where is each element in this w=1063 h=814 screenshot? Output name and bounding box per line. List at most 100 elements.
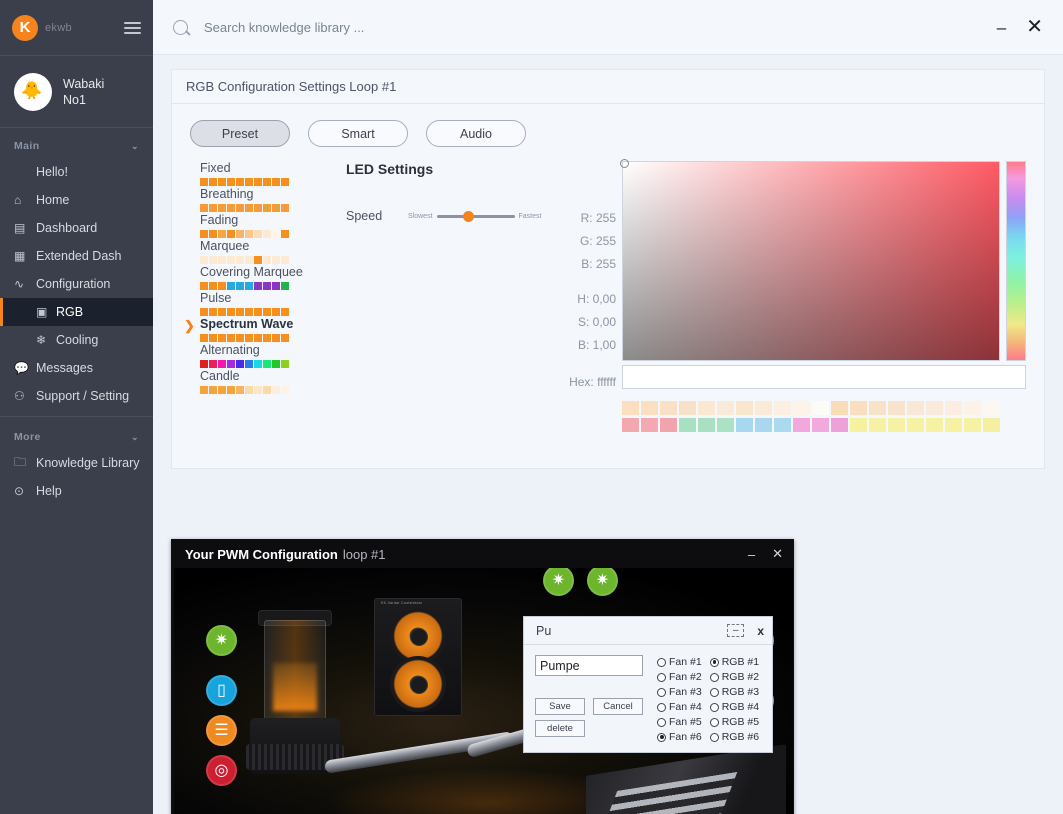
hamburger-menu-icon[interactable] bbox=[124, 21, 141, 34]
tab-preset[interactable]: Preset bbox=[190, 120, 290, 147]
effect-spectrum-wave[interactable]: ❯ Spectrum Wave bbox=[184, 317, 332, 342]
radio-fan-5[interactable]: Fan #5 bbox=[657, 715, 702, 729]
effect-candle[interactable]: Candle bbox=[200, 369, 332, 394]
radio-fan-2[interactable]: Fan #2 bbox=[657, 670, 702, 684]
swatch[interactable] bbox=[717, 401, 734, 415]
swatch[interactable] bbox=[736, 418, 753, 432]
radio-fan-3[interactable]: Fan #3 bbox=[657, 685, 702, 699]
swatch[interactable] bbox=[736, 401, 753, 415]
effect-covering-marquee[interactable]: Covering Marquee bbox=[200, 265, 332, 290]
swatch[interactable] bbox=[793, 401, 810, 415]
saturation-value-area[interactable] bbox=[620, 159, 1000, 361]
swatch[interactable] bbox=[945, 401, 962, 415]
color-cursor[interactable] bbox=[620, 159, 629, 168]
tab-audio[interactable]: Audio bbox=[426, 120, 526, 147]
swatch[interactable] bbox=[983, 418, 1000, 432]
swatch[interactable] bbox=[622, 401, 639, 415]
save-button[interactable]: Save bbox=[535, 698, 585, 715]
sidebar-item-cooling[interactable]: ❄ Cooling bbox=[0, 326, 153, 354]
swatch[interactable] bbox=[774, 401, 791, 415]
effect-pulse[interactable]: Pulse bbox=[200, 291, 332, 316]
swatch[interactable] bbox=[755, 418, 772, 432]
slider-thumb[interactable] bbox=[462, 210, 474, 222]
swatch[interactable] bbox=[869, 401, 886, 415]
cancel-button[interactable]: Cancel bbox=[593, 698, 643, 715]
effect-fixed[interactable]: Fixed bbox=[200, 161, 332, 186]
radio-rgb-4[interactable]: RGB #4 bbox=[709, 700, 759, 714]
effect-alternating[interactable]: Alternating bbox=[200, 343, 332, 368]
fan-badge-left[interactable]: ✷ bbox=[206, 625, 237, 656]
swatch[interactable] bbox=[945, 418, 962, 432]
swatch[interactable] bbox=[964, 401, 981, 415]
swatch[interactable] bbox=[793, 418, 810, 432]
swatch[interactable] bbox=[983, 401, 1000, 415]
pwm-minimize-button[interactable]: – bbox=[748, 547, 755, 562]
effect-fading[interactable]: Fading bbox=[200, 213, 332, 238]
sidebar-item-configuration[interactable]: ∿ Configuration bbox=[0, 270, 153, 298]
radiator-badge[interactable]: ☰ bbox=[206, 715, 237, 746]
radio-fan-6[interactable]: Fan #6 bbox=[657, 730, 702, 744]
swatch[interactable] bbox=[888, 401, 905, 415]
dialog-minimize-button[interactable]: – bbox=[727, 624, 745, 637]
dialog-title-bar[interactable]: Pu – x bbox=[524, 617, 772, 645]
sidebar-item-dashboard[interactable]: ▤ Dashboard bbox=[0, 214, 153, 242]
swatch[interactable] bbox=[774, 418, 791, 432]
swatch[interactable] bbox=[679, 418, 696, 432]
slider-track[interactable] bbox=[436, 210, 515, 222]
sidebar-item-extended-dash[interactable]: ▦ Extended Dash bbox=[0, 242, 153, 270]
swatch[interactable] bbox=[850, 401, 867, 415]
radio-rgb-5[interactable]: RGB #5 bbox=[709, 715, 759, 729]
pwm-title-bar[interactable]: Your PWM Configuration loop #1 – ✕ bbox=[172, 540, 793, 568]
swatch[interactable] bbox=[831, 401, 848, 415]
swatch[interactable] bbox=[679, 401, 696, 415]
pump-badge[interactable]: ◎ bbox=[206, 755, 237, 786]
sidebar-item-hello[interactable]: Hello! bbox=[0, 158, 153, 186]
radio-rgb-3[interactable]: RGB #3 bbox=[709, 685, 759, 699]
user-profile[interactable]: ··· 🐥 Wabaki No1 bbox=[0, 56, 153, 128]
swatch[interactable] bbox=[869, 418, 886, 432]
fan-badge-b[interactable]: ✷ bbox=[587, 568, 618, 596]
swatch[interactable] bbox=[926, 401, 943, 415]
swatch[interactable] bbox=[888, 418, 905, 432]
pwm-close-button[interactable]: ✕ bbox=[772, 546, 783, 562]
sidebar-item-home[interactable]: ⌂ Home bbox=[0, 186, 153, 214]
nav-group-more[interactable]: More ⌄ bbox=[0, 423, 153, 449]
fan-badge-a[interactable]: ✷ bbox=[543, 568, 574, 596]
swatch[interactable] bbox=[660, 418, 677, 432]
delete-button[interactable]: delete bbox=[535, 720, 585, 737]
radio-rgb-1[interactable]: RGB #1 bbox=[709, 655, 759, 669]
swatch[interactable] bbox=[641, 401, 658, 415]
dialog-close-button[interactable]: x bbox=[757, 624, 764, 638]
swatch[interactable] bbox=[641, 418, 658, 432]
swatch[interactable] bbox=[812, 418, 829, 432]
swatch[interactable] bbox=[926, 418, 943, 432]
swatch[interactable] bbox=[812, 401, 829, 415]
radio-rgb-2[interactable]: RGB #2 bbox=[709, 670, 759, 684]
swatch[interactable] bbox=[698, 418, 715, 432]
effect-marquee[interactable]: Marquee bbox=[200, 239, 332, 264]
hue-strip[interactable] bbox=[1006, 161, 1026, 361]
radio-fan-1[interactable]: Fan #1 bbox=[657, 655, 702, 669]
swatch[interactable] bbox=[831, 418, 848, 432]
reservoir-badge[interactable]: ▯ bbox=[206, 675, 237, 706]
search-input[interactable] bbox=[204, 19, 624, 35]
sidebar-item-messages[interactable]: 💬 Messages bbox=[0, 354, 153, 382]
swatch[interactable] bbox=[698, 401, 715, 415]
radio-fan-4[interactable]: Fan #4 bbox=[657, 700, 702, 714]
swatch[interactable] bbox=[755, 401, 772, 415]
close-button[interactable]: ✕ bbox=[1026, 17, 1043, 37]
swatch[interactable] bbox=[907, 401, 924, 415]
sidebar-item-support-setting[interactable]: ⚇ Support / Setting bbox=[0, 382, 153, 410]
swatch[interactable] bbox=[964, 418, 981, 432]
speed-slider[interactable]: Slowest Fastest bbox=[408, 210, 541, 222]
swatch[interactable] bbox=[622, 418, 639, 432]
tab-smart[interactable]: Smart bbox=[308, 120, 408, 147]
swatch[interactable] bbox=[717, 418, 734, 432]
radio-rgb-6[interactable]: RGB #6 bbox=[709, 730, 759, 744]
swatch[interactable] bbox=[660, 401, 677, 415]
sidebar-item-rgb[interactable]: ▣ RGB bbox=[0, 298, 153, 326]
component-name-input[interactable] bbox=[535, 655, 643, 676]
sidebar-item-knowledge-library[interactable]: 🗀 Knowledge Library bbox=[0, 449, 153, 477]
nav-group-main[interactable]: Main ⌄ bbox=[0, 132, 153, 158]
swatch[interactable] bbox=[850, 418, 867, 432]
